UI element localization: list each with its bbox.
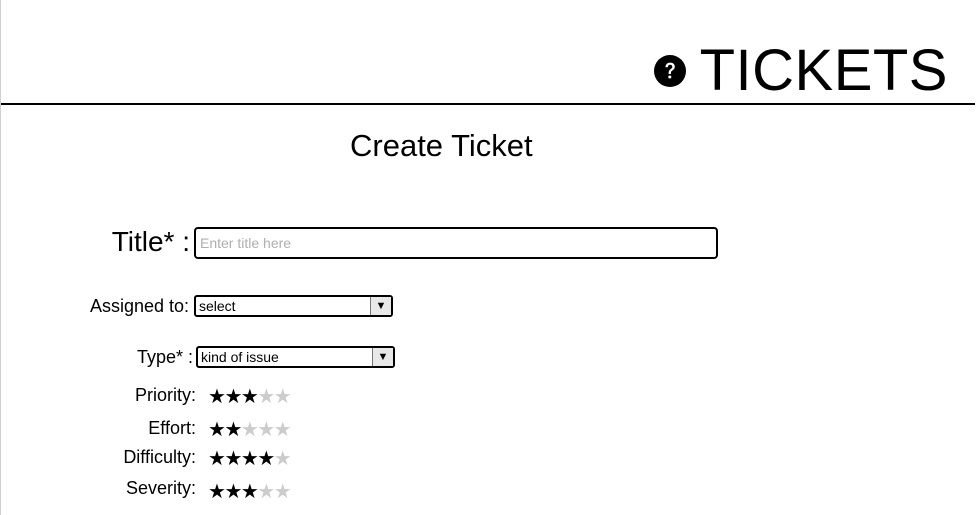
assigned-to-label: Assigned to: [89,296,189,316]
star-icon[interactable]: ★ [224,448,242,470]
star-icon[interactable]: ★ [208,448,226,470]
page-title: Create Ticket [350,128,533,163]
star-icon[interactable]: ★ [208,386,226,408]
star-icon[interactable]: ★ [257,419,275,441]
title-input[interactable] [194,227,718,259]
effort-label: Effort: [148,418,196,438]
app-frame: TICKETS Create Ticket Title* : Assigned … [0,0,976,515]
type-value: kind of issue [201,349,279,365]
star-icon[interactable]: ★ [224,481,242,503]
effort-rating[interactable]: ★★★★★ [208,417,292,442]
priority-rating[interactable]: ★★★★★ [208,384,292,409]
type-label: Type* : [136,347,193,367]
question-circle-icon[interactable] [653,55,686,87]
star-icon[interactable]: ★ [241,386,259,408]
assigned-to-value: select [199,298,236,314]
difficulty-label: Difficulty: [123,447,196,467]
star-icon[interactable]: ★ [274,481,292,503]
star-icon[interactable]: ★ [208,481,226,503]
star-icon[interactable]: ★ [208,419,226,441]
star-icon[interactable]: ★ [274,386,292,408]
type-select[interactable]: kind of issue ▼ [196,346,395,368]
star-icon[interactable]: ★ [241,448,259,470]
brand: TICKETS [653,38,948,103]
star-icon[interactable]: ★ [274,419,292,441]
app-title: TICKETS [699,38,948,103]
star-icon[interactable]: ★ [257,481,275,503]
assigned-to-select[interactable]: select ▼ [194,295,393,317]
star-icon[interactable]: ★ [257,386,275,408]
star-icon[interactable]: ★ [241,419,259,441]
star-icon[interactable]: ★ [274,448,292,470]
difficulty-rating[interactable]: ★★★★★ [208,446,292,471]
priority-label: Priority: [134,385,196,405]
header: TICKETS [1,0,975,105]
star-icon[interactable]: ★ [257,448,275,470]
star-icon[interactable]: ★ [224,386,242,408]
star-icon[interactable]: ★ [241,481,259,503]
severity-label: Severity: [125,478,196,498]
title-label: Title* : [111,226,190,257]
chevron-down-icon[interactable]: ▼ [372,348,393,366]
chevron-down-icon[interactable]: ▼ [370,297,391,315]
severity-rating[interactable]: ★★★★★ [208,479,292,504]
star-icon[interactable]: ★ [224,419,242,441]
